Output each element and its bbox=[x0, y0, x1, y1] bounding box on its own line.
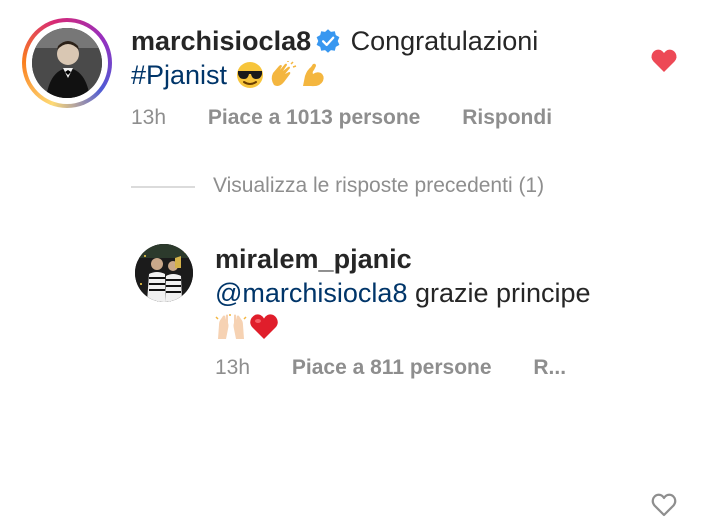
hashtag-link[interactable]: #Pjanist bbox=[131, 60, 227, 90]
comment-meta: 13h Piace a 811 persone R... bbox=[215, 356, 602, 380]
divider-line bbox=[131, 186, 195, 188]
comment-username[interactable]: marchisiocla8 bbox=[131, 26, 311, 56]
mention-link[interactable]: @marchisiocla8 bbox=[215, 278, 407, 308]
clapping-hands-icon bbox=[271, 61, 296, 86]
likes-count-link[interactable]: Piace a 1013 persone bbox=[208, 106, 420, 129]
like-heart-outline-icon[interactable] bbox=[650, 492, 678, 518]
smiling-face-with-sunglasses-icon bbox=[236, 62, 263, 88]
like-heart-filled-icon[interactable] bbox=[650, 48, 678, 74]
comment-username[interactable]: miralem_pjanic bbox=[215, 244, 412, 274]
comment-time: 13h bbox=[131, 106, 167, 129]
likes-count-link[interactable]: Piace a 811 persone bbox=[292, 356, 492, 379]
verified-badge-icon bbox=[316, 29, 340, 53]
comment-marchisiocla8: marchisiocla8 Congratulazioni #Pjanist 1… bbox=[0, 0, 720, 160]
profile-photo-icon bbox=[32, 28, 102, 98]
view-previous-replies-label: Visualizza le risposte precedenti (1) bbox=[213, 174, 545, 197]
comment-text: Congratulazioni bbox=[350, 26, 539, 56]
comment-text: grazie principe bbox=[414, 278, 591, 308]
avatar-marchisiocla8[interactable] bbox=[22, 18, 112, 108]
profile-photo-icon bbox=[135, 244, 193, 302]
comment-meta: 13h Piace a 1013 persone Rispondi bbox=[131, 106, 588, 130]
avatar-miralem-pjanic[interactable] bbox=[135, 244, 193, 302]
comment-time: 13h bbox=[215, 356, 251, 379]
comment-miralem-pjanic: miralem_pjanic @marchisiocla8 grazie pri… bbox=[0, 228, 720, 517]
flexed-biceps-icon bbox=[302, 63, 324, 87]
reply-button[interactable]: R... bbox=[533, 356, 566, 379]
red-heart-icon bbox=[250, 314, 278, 339]
raising-hands-icon bbox=[215, 314, 247, 339]
reply-button[interactable]: Rispondi bbox=[462, 106, 552, 129]
